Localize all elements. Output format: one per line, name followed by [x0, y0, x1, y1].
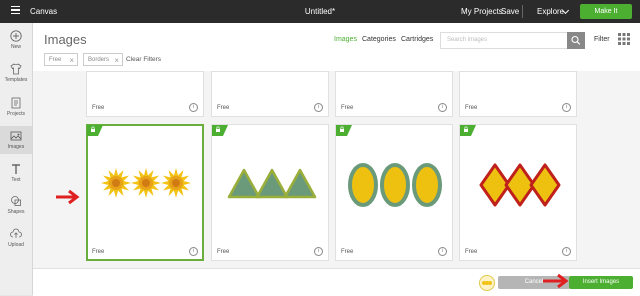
info-icon[interactable]: i	[314, 103, 323, 112]
card-label: Free	[217, 249, 230, 255]
tab-cartridges[interactable]: Cartridges	[401, 36, 433, 43]
images-icon	[10, 131, 22, 141]
rail-label: Text	[11, 177, 21, 183]
selected-image-thumbnail[interactable]	[479, 275, 495, 291]
rail-label: Shapes	[7, 209, 25, 215]
sunflower-border-image	[101, 168, 191, 198]
rail-item-upload[interactable]: Upload	[0, 228, 32, 248]
search-icon	[571, 35, 581, 45]
image-card[interactable]: Free i	[459, 71, 577, 117]
tab-categories[interactable]: Categories	[362, 36, 396, 43]
card-label: Free	[92, 249, 105, 255]
footer-bar: Cancel Insert Images	[33, 268, 640, 296]
card-label: Free	[341, 249, 354, 255]
card-label: Free	[92, 105, 105, 111]
insert-images-button[interactable]: Insert Images	[569, 276, 633, 289]
top-bar: Canvas Untitled* My Projects Save Explor…	[0, 0, 640, 23]
rail-item-projects[interactable]: Projects	[0, 97, 32, 117]
save-link[interactable]: Save	[501, 7, 519, 16]
search-button[interactable]	[567, 32, 585, 49]
info-icon[interactable]: i	[438, 103, 447, 112]
images-panel: Images Images Categories Cartridges Sear…	[33, 23, 640, 295]
image-card-oval-border[interactable]: Free i	[335, 124, 453, 261]
search-placeholder: Search images	[447, 37, 488, 43]
arrow-right-icon	[56, 189, 80, 205]
projects-icon	[11, 97, 21, 109]
oval-border-image	[348, 163, 442, 207]
search-input[interactable]: Search images	[440, 32, 568, 49]
image-card-sunflower-border[interactable]: Free i	[86, 124, 204, 261]
grid-view-icon[interactable]	[618, 33, 630, 45]
image-card-diamond-border[interactable]: Free i	[459, 124, 577, 261]
make-it-button[interactable]: Make It	[580, 4, 632, 19]
explore-menu[interactable]: Explore	[537, 7, 564, 16]
rail-item-text[interactable]: Text	[0, 163, 32, 183]
rail-item-templates[interactable]: Templates	[0, 63, 32, 83]
info-icon[interactable]: i	[189, 103, 198, 112]
chip-label: Borders	[88, 57, 110, 63]
close-icon[interactable]: ×	[69, 54, 74, 67]
info-icon[interactable]: i	[189, 247, 198, 256]
info-icon[interactable]: i	[562, 103, 571, 112]
card-label: Free	[341, 105, 354, 111]
plus-icon	[10, 30, 22, 42]
image-card[interactable]: Free i	[211, 71, 329, 117]
rail-label: Upload	[8, 242, 24, 248]
rail-item-images[interactable]: Images	[0, 126, 32, 154]
close-icon[interactable]: ×	[114, 54, 119, 67]
card-label: Free	[465, 105, 478, 111]
upload-icon	[10, 228, 22, 238]
info-icon[interactable]: i	[438, 247, 447, 256]
filter-chip-borders[interactable]: Borders ×	[83, 53, 123, 66]
topbar-divider	[522, 5, 523, 18]
left-rail: New Templates Projects Images Text Shape…	[0, 23, 33, 295]
card-label: Free	[465, 249, 478, 255]
rail-label: Templates	[4, 77, 28, 83]
arrow-right-icon	[543, 273, 569, 288]
rail-label: Images	[7, 144, 25, 150]
clear-filters-link[interactable]: Clear Filters	[126, 56, 161, 63]
diamond-border-image	[479, 163, 561, 207]
filter-chip-free[interactable]: Free ×	[44, 53, 78, 66]
image-card-triangle-border[interactable]: Free i	[211, 124, 329, 261]
chip-label: Free	[49, 57, 62, 63]
filter-button[interactable]: Filter	[594, 36, 610, 43]
image-card[interactable]: Free i	[86, 71, 204, 117]
rail-item-new[interactable]: New	[0, 30, 32, 50]
info-icon[interactable]: i	[562, 247, 571, 256]
image-card[interactable]: Free i	[335, 71, 453, 117]
info-icon[interactable]: i	[314, 247, 323, 256]
triangle-border-image	[227, 168, 317, 199]
rail-label: New	[10, 44, 21, 50]
shapes-icon	[11, 196, 21, 206]
rail-label: Projects	[6, 111, 26, 117]
card-label: Free	[217, 105, 230, 111]
text-icon	[12, 164, 20, 174]
rail-item-shapes[interactable]: Shapes	[0, 195, 32, 215]
page-title: Images	[44, 32, 87, 47]
shirt-icon	[10, 63, 22, 75]
image-grid: Free i Free i Free i Free i Free i Free …	[33, 71, 640, 291]
my-projects-link[interactable]: My Projects	[461, 7, 503, 16]
tab-images[interactable]: Images	[334, 36, 357, 43]
